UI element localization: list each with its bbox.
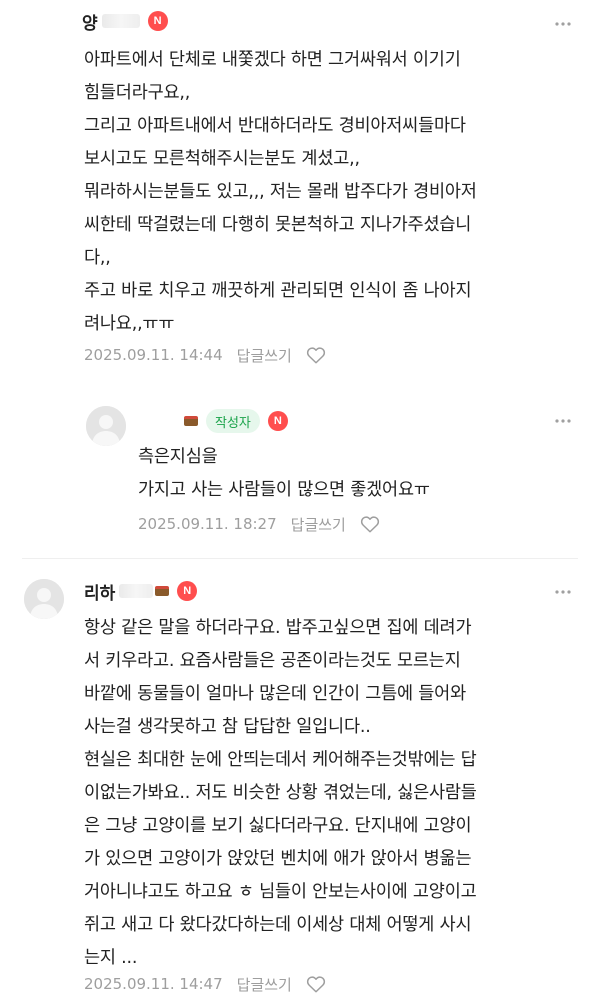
blurred-author-name [119, 584, 154, 598]
comment-meta: 2025.09.11. 14:44 답글쓰기 [84, 343, 326, 367]
new-badge: N [147, 11, 168, 31]
more-options-button[interactable] [552, 13, 574, 35]
comment-author-name[interactable]: 양 [82, 9, 98, 34]
comment-date: 2025.09.11. 14:47 [84, 975, 223, 993]
more-options-button[interactable] [552, 410, 574, 432]
heart-outline-icon[interactable] [360, 515, 380, 533]
comment-divider [22, 558, 578, 559]
comment-text: 항상 같은 말을 하더라구요. 밥주고싶으면 집에 데려가 서 키우라고. 요즘… [84, 618, 477, 968]
reply-button[interactable]: 답글쓰기 [291, 514, 346, 535]
blurred-author-name [101, 14, 140, 28]
author-emoji [184, 416, 198, 426]
more-vertical-icon [555, 419, 571, 423]
reply-button[interactable]: 답글쓰기 [237, 345, 292, 366]
comment-text: 아파트에서 단체로 내쫓겠다 하면 그거싸워서 이기기 힘들더라구요,, 그리고… [84, 50, 477, 334]
comment-author-name[interactable]: 리하 [84, 579, 115, 604]
new-badge: N [177, 581, 198, 601]
writer-badge: 작성자 [206, 409, 260, 433]
more-vertical-icon [555, 22, 571, 26]
comment-text: 측은지심을 가지고 사는 사람들이 많으면 좋겠어요ㅠ [138, 447, 430, 500]
reply-button[interactable]: 답글쓰기 [237, 974, 292, 995]
more-options-button[interactable] [552, 581, 574, 603]
comment-author-row: 리하 N [84, 578, 198, 604]
comment-author-row: 작성자 N [182, 408, 288, 434]
more-vertical-icon [555, 590, 571, 594]
comment-meta: 2025.09.11. 14:47 답글쓰기 [84, 972, 326, 996]
comment-date: 2025.09.11. 14:44 [84, 346, 223, 364]
heart-outline-icon[interactable] [306, 975, 326, 993]
default-avatar-icon[interactable] [86, 406, 126, 446]
default-avatar-icon[interactable] [24, 579, 64, 619]
new-badge: N [267, 411, 288, 431]
comment-author-row: 양 N [82, 8, 168, 34]
author-emoji [155, 586, 170, 596]
comment-meta: 2025.09.11. 18:27 답글쓰기 [138, 512, 380, 536]
comment-date: 2025.09.11. 18:27 [138, 515, 277, 533]
heart-outline-icon[interactable] [306, 346, 326, 364]
